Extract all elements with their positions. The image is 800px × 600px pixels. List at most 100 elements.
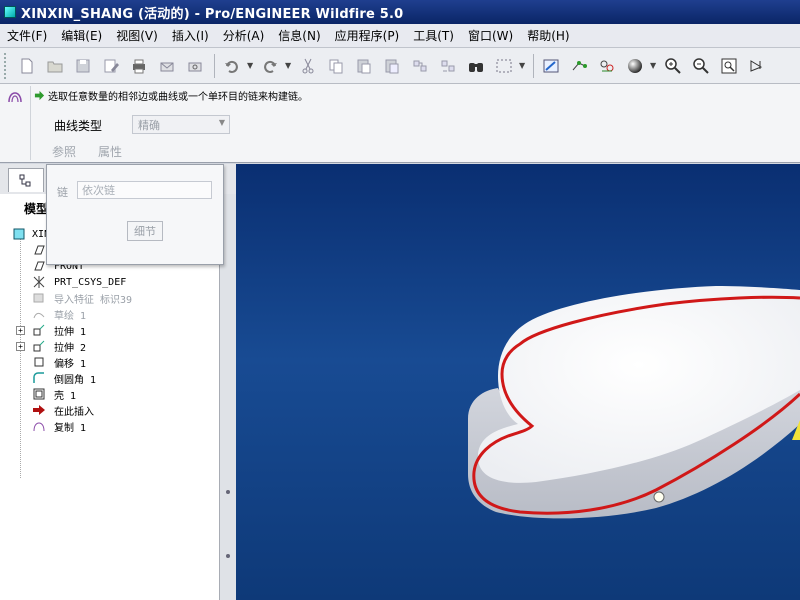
datum-plane-icon xyxy=(34,245,45,255)
chain-collector[interactable]: 依次链 xyxy=(77,181,212,199)
menu-analysis[interactable]: 分析(A) xyxy=(216,27,272,44)
tree-item[interactable]: + 拉伸 1 xyxy=(0,322,220,338)
reorient-icon xyxy=(750,59,763,72)
select-box-button[interactable] xyxy=(491,53,517,79)
link-mail-icon xyxy=(188,62,202,71)
zoom-in-icon xyxy=(665,57,681,74)
menu-file[interactable]: 文件(F) xyxy=(0,27,54,44)
save-icon xyxy=(76,59,90,72)
undo-icon xyxy=(225,60,238,73)
window-title: XINXIN_SHANG (活动的) - Pro/ENGINEER Wildfi… xyxy=(21,6,404,22)
refit-button[interactable] xyxy=(716,53,742,79)
tab-references[interactable]: 参照 xyxy=(52,143,76,160)
tree-item[interactable]: 导入特征 标识39 xyxy=(0,290,220,306)
menu-bar: 文件(F) 编辑(E) 视图(V) 插入(I) 分析(A) 信息(N) 应用程序… xyxy=(0,24,800,48)
model-view[interactable] xyxy=(236,164,800,600)
paste-button[interactable] xyxy=(351,53,377,79)
zoom-out-button[interactable] xyxy=(688,53,714,79)
shell-icon xyxy=(33,388,45,400)
save-button[interactable] xyxy=(70,53,96,79)
shading-dropdown-icon[interactable]: ▼ xyxy=(650,61,658,70)
copy-icon xyxy=(329,59,343,73)
new-button[interactable] xyxy=(14,53,40,79)
sketch-tool-button[interactable] xyxy=(538,53,564,79)
redo-button[interactable] xyxy=(257,53,283,79)
menu-insert[interactable]: 插入(I) xyxy=(165,27,216,44)
expand-icon[interactable]: + xyxy=(16,325,25,335)
reorient-button[interactable] xyxy=(744,53,770,79)
datum-point-icon xyxy=(572,60,587,70)
open-button[interactable] xyxy=(42,53,68,79)
edit-button[interactable] xyxy=(98,53,124,79)
regenerate-manager-button[interactable] xyxy=(435,53,461,79)
model-tree-header: 模型 xyxy=(24,202,49,216)
send-link-button[interactable] xyxy=(182,53,208,79)
redo-dropdown-icon[interactable]: ▼ xyxy=(285,61,293,70)
tab-properties[interactable]: 属性 xyxy=(98,143,122,160)
tree-item[interactable]: 复制 1 xyxy=(0,418,220,434)
zoom-in-button[interactable] xyxy=(660,53,686,79)
tree-item[interactable]: + 拉伸 2 xyxy=(0,338,220,354)
refit-icon xyxy=(721,58,737,73)
menu-tools[interactable]: 工具(T) xyxy=(406,27,461,44)
tree-item-label: 复制 1 xyxy=(54,422,87,434)
datum-display-button[interactable] xyxy=(594,53,620,79)
sash-grip-icon xyxy=(226,554,230,558)
tree-item[interactable]: 倒圆角 1 xyxy=(0,370,220,386)
undo-dropdown-icon[interactable]: ▼ xyxy=(247,61,255,70)
offset-icon xyxy=(34,357,44,367)
chain-label: 链 xyxy=(57,186,68,199)
dashboard-divider xyxy=(30,86,31,160)
menu-edit[interactable]: 编辑(E) xyxy=(54,27,109,44)
tree-item[interactable]: 偏移 1 xyxy=(0,354,220,370)
shading-button[interactable] xyxy=(622,53,648,79)
find-button[interactable] xyxy=(463,53,489,79)
regenerate-button[interactable] xyxy=(407,53,433,79)
copy-feature-icon xyxy=(8,92,22,103)
csys-icon xyxy=(33,276,45,288)
tree-item[interactable]: PRT_CSYS_DEF xyxy=(0,274,220,290)
zoom-out-icon xyxy=(693,57,709,74)
datum-point-button[interactable] xyxy=(566,53,592,79)
paste-special-button[interactable] xyxy=(379,53,405,79)
menu-help[interactable]: 帮助(H) xyxy=(520,27,576,44)
prompt-arrow-icon xyxy=(34,90,45,101)
paste-special-icon xyxy=(385,59,399,73)
chain-start-point[interactable] xyxy=(653,491,665,503)
curve-type-value: 精确 xyxy=(138,118,160,132)
tree-item[interactable]: 在此插入 xyxy=(0,402,220,418)
tree-item-label: 偏移 1 xyxy=(54,358,87,370)
menu-window[interactable]: 窗口(W) xyxy=(461,27,520,44)
tree-item-label: 导入特征 标识39 xyxy=(54,294,133,306)
copy-feature-icon xyxy=(33,422,45,432)
sketch-tool-icon xyxy=(543,59,559,72)
select-dropdown-icon[interactable]: ▼ xyxy=(519,61,527,70)
curve-type-select[interactable]: 精确 ▼ xyxy=(132,115,230,134)
tree-item-label: PRT_CSYS_DEF xyxy=(54,276,127,288)
sash-grip-icon xyxy=(226,490,230,494)
tree-item[interactable]: 壳 1 xyxy=(0,386,220,402)
scissors-icon xyxy=(302,58,314,73)
menu-applications[interactable]: 应用程序(P) xyxy=(328,27,407,44)
print-icon xyxy=(133,59,145,73)
tree-item[interactable]: 草绘 1 xyxy=(0,306,220,322)
select-region-icon xyxy=(496,59,512,72)
cut-button[interactable] xyxy=(295,53,321,79)
menu-view[interactable]: 视图(V) xyxy=(109,27,165,44)
tree-item-label: 草绘 1 xyxy=(54,310,87,322)
print-button[interactable] xyxy=(126,53,152,79)
tree-item-label: 壳 1 xyxy=(54,390,77,402)
send-mail-button[interactable] xyxy=(154,53,180,79)
graphics-viewport[interactable] xyxy=(236,164,800,600)
shaded-sphere-icon xyxy=(628,58,642,73)
paste-icon xyxy=(357,59,371,73)
undo-button[interactable] xyxy=(219,53,245,79)
menu-info[interactable]: 信息(N) xyxy=(271,27,327,44)
regenerate-manager-icon xyxy=(441,60,455,71)
expand-icon[interactable]: + xyxy=(16,341,25,351)
tree-item-label: 拉伸 1 xyxy=(54,326,87,338)
toolbar-grip[interactable] xyxy=(4,52,8,79)
copy-button[interactable] xyxy=(323,53,349,79)
tab-model-tree[interactable] xyxy=(8,168,44,192)
details-button[interactable]: 细节 xyxy=(127,221,163,241)
